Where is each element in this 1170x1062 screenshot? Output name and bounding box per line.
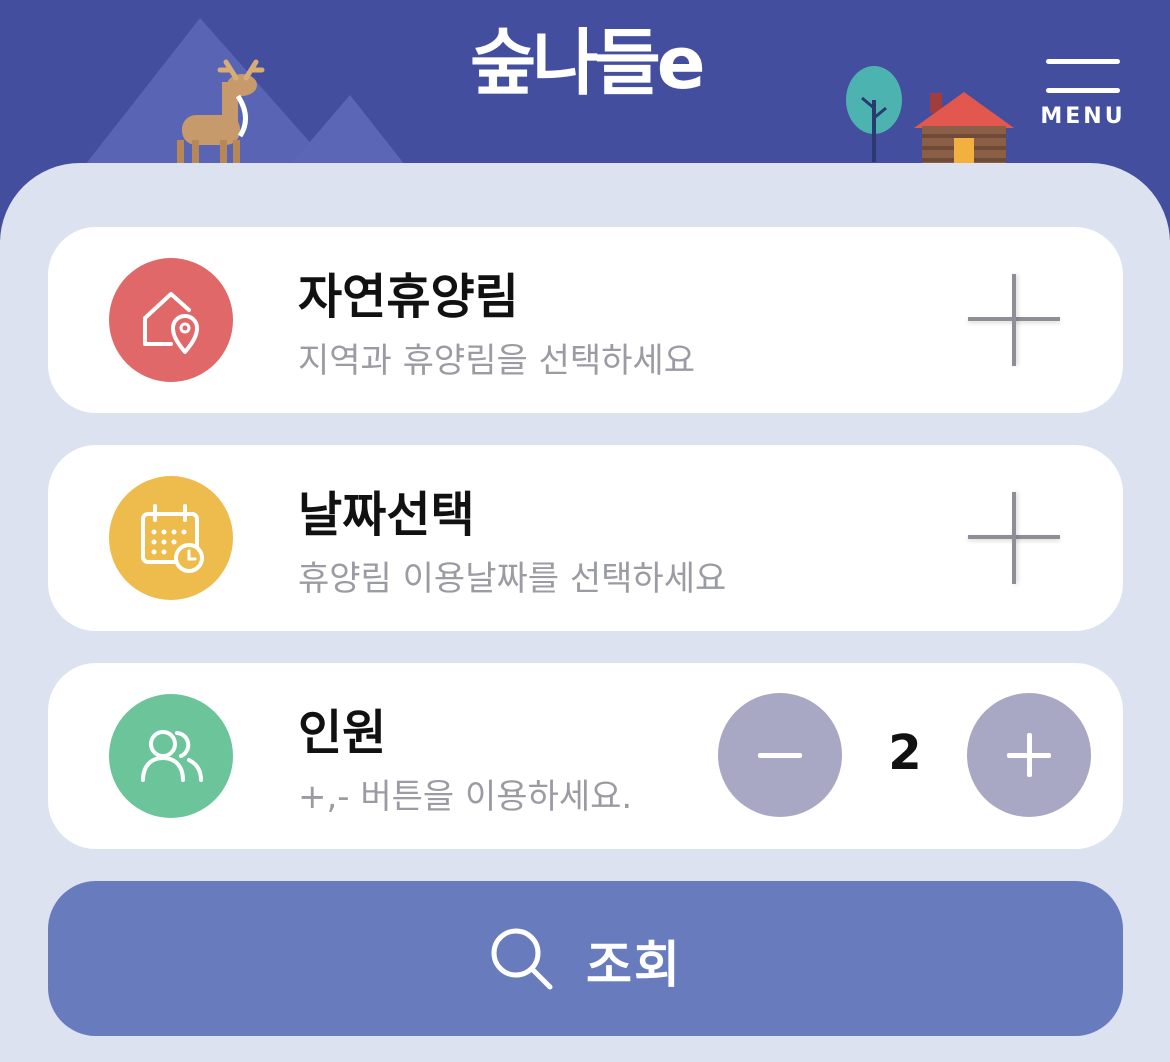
minus-icon [758, 753, 802, 758]
tree-icon [846, 66, 902, 162]
add-forest-button[interactable] [966, 272, 1062, 368]
decrease-people-button[interactable] [718, 693, 842, 817]
logo-text: 숲나들e [470, 21, 706, 105]
search-button-label: 조회 [586, 936, 682, 994]
mountain-shape [290, 95, 405, 165]
menu-button[interactable]: MENU [1040, 52, 1126, 142]
cabin-icon [914, 92, 1014, 164]
add-date-button[interactable] [966, 490, 1062, 586]
search-button[interactable]: 조회 [48, 881, 1123, 1036]
forest-select-card[interactable]: 자연휴양림 지역과 휴양림을 선택하세요 [48, 227, 1123, 413]
search-icon [491, 928, 553, 990]
people-count-value: 2 [888, 725, 922, 781]
users-icon [109, 694, 233, 818]
date-select-card[interactable]: 날짜선택 휴양림 이용날짜를 선택하세요 [48, 445, 1123, 631]
card-title: 인원 [298, 705, 387, 761]
hamburger-bar [1046, 88, 1120, 93]
people-count-card: 인원 +,- 버튼을 이용하세요. 2 [48, 663, 1123, 849]
card-subtitle: 휴양림 이용날짜를 선택하세요 [298, 559, 727, 599]
card-subtitle: +,- 버튼을 이용하세요. [298, 777, 633, 817]
app-logo[interactable]: 숲나들e [440, 0, 730, 110]
card-title: 자연휴양림 [298, 269, 519, 325]
increase-people-button[interactable] [967, 693, 1091, 817]
house-location-icon [109, 258, 233, 382]
card-subtitle: 지역과 휴양림을 선택하세요 [298, 341, 695, 381]
calendar-clock-icon [109, 476, 233, 600]
menu-label: MENU [1040, 104, 1126, 129]
card-title: 날짜선택 [298, 487, 475, 543]
hamburger-bar [1046, 59, 1120, 64]
